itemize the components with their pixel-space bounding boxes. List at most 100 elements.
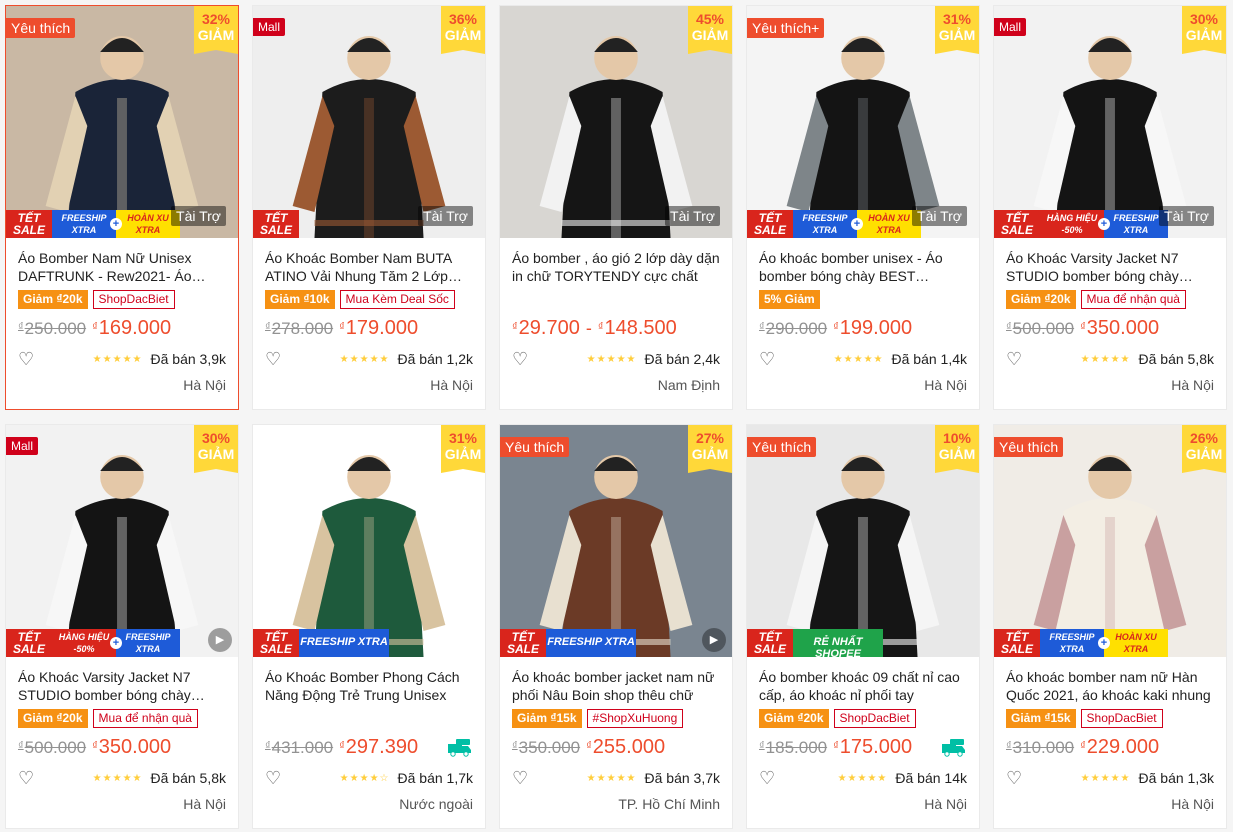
sale-price-value: 175.000 xyxy=(839,736,913,758)
heart-icon[interactable]: ♡ xyxy=(18,350,36,368)
product-card[interactable]: Mall 30% GIẢM TẾT SALE HÀNG HIỆU -50% + FREESH… xyxy=(993,5,1227,410)
meta-row: ♡ ★★★★★ Đã bán 1,4k xyxy=(759,349,967,369)
discount-badge: 27% GIẢM xyxy=(688,425,732,473)
favorite-badge: Yêu thích xyxy=(994,437,1064,457)
sale-price: ₫350.000 xyxy=(1080,317,1159,340)
shop-tag: ShopDacBiet xyxy=(92,290,175,309)
sale-price-value: 169.000 xyxy=(98,317,172,339)
currency-symbol: ₫ xyxy=(833,740,839,752)
rating-stars: ★★★★★ xyxy=(837,772,888,784)
product-tags: Giảm ₫20k Mua để nhận quà xyxy=(1006,290,1214,311)
product-info: Áo bomber , áo gió 2 lớp dày dặn in chữ … xyxy=(500,238,732,395)
heart-icon[interactable]: ♡ xyxy=(1006,769,1024,787)
heart-icon[interactable]: ♡ xyxy=(18,769,36,787)
favorite-badge: Yêu thích+ xyxy=(747,18,825,38)
product-title[interactable]: Áo khoác bomber nam nữ Hàn Quốc 2021, áo… xyxy=(1006,668,1214,704)
promo-bar: TẾT SALE FREESHIP XTRA xyxy=(500,629,732,657)
price-row: ₫500.000 ₫350.000 xyxy=(18,736,226,760)
tet-sale-badge: TẾT SALE xyxy=(253,629,299,657)
discount-label: GIẢM xyxy=(691,446,729,462)
shop-location: Hà Nội xyxy=(924,796,967,812)
product-card[interactable]: Mall 30% GIẢM TẾT SALE HÀNG HIỆU -50% + FREESH… xyxy=(5,424,239,829)
price-row: ₫250.000 ₫169.000 xyxy=(18,317,226,341)
tet-sale-badge: TẾT SALE xyxy=(6,210,52,238)
discount-percent: 45% xyxy=(695,11,725,27)
product-card[interactable]: Yêu thích 10% GIẢM TẾT SALE RẺ NHẤT SHOPEE Áo… xyxy=(746,424,980,829)
sale-price-value: 255.000 xyxy=(592,736,666,758)
tet-sale-badge: TẾT SALE xyxy=(253,210,299,238)
tet-sale-badge: TẾT SALE xyxy=(6,629,52,657)
product-title[interactable]: Áo bomber khoác 09 chất nỉ cao cấp, áo k… xyxy=(759,668,967,704)
product-title[interactable]: Áo Khoác Bomber Nam BUTA ATINO Vải Nhung… xyxy=(265,249,473,285)
product-title[interactable]: Áo khoác bomber unisex - Áo bomber bóng … xyxy=(759,249,967,285)
heart-icon[interactable]: ♡ xyxy=(759,350,777,368)
plus-icon: + xyxy=(110,218,122,230)
meta-row: ♡ ★★★★★ Đã bán 5,8k xyxy=(1006,349,1214,369)
freeship-xtra-badge: FREESHIP XTRA xyxy=(546,629,636,657)
heart-icon[interactable]: ♡ xyxy=(1006,350,1024,368)
product-image-area[interactable]: Mall 36% GIẢM TẾT SALE Tài Trợ xyxy=(253,6,485,238)
product-tags: Giảm ₫20k ShopDacBiet xyxy=(18,290,226,311)
heart-icon[interactable]: ♡ xyxy=(265,350,283,368)
product-card[interactable]: Mall 36% GIẢM TẾT SALE Tài Trợ Áo Khoác Bombe… xyxy=(252,5,486,410)
voucher-tag: Giảm ₫15k xyxy=(512,709,582,728)
meta-row: ♡ ★★★★★ Đã bán 3,7k xyxy=(512,768,720,788)
original-price-value: 290.000 xyxy=(765,319,828,338)
currency-symbol: ₫ xyxy=(586,740,592,752)
shop-location: Nước ngoài xyxy=(399,796,473,812)
heart-icon[interactable]: ♡ xyxy=(512,769,530,787)
currency-symbol: ₫ xyxy=(1080,321,1086,333)
voucher-tag: Giảm ₫20k xyxy=(759,709,829,728)
product-image-area[interactable]: 31% GIẢM TẾT SALE FREESHIP XTRA xyxy=(253,425,485,657)
product-image-area[interactable]: Mall 30% GIẢM TẾT SALE HÀNG HIỆU -50% + FREESH… xyxy=(994,6,1226,238)
original-price-value: 500.000 xyxy=(1012,319,1075,338)
product-title[interactable]: Áo Khoác Varsity Jacket N7 STUDIO bomber… xyxy=(18,668,226,704)
product-tags: Giảm ₫20k Mua để nhận quà xyxy=(18,709,226,730)
shop-tag: #ShopXuHuong xyxy=(586,709,684,728)
product-title[interactable]: Áo bomber , áo gió 2 lớp dày dặn in chữ … xyxy=(512,249,720,285)
product-info: Áo khoác bomber jacket nam nữ phối Nâu B… xyxy=(500,657,732,814)
sale-price: ₫175.000 xyxy=(833,736,912,759)
heart-icon[interactable]: ♡ xyxy=(759,769,777,787)
product-title[interactable]: Áo khoác bomber jacket nam nữ phối Nâu B… xyxy=(512,668,720,704)
currency-symbol: ₫ xyxy=(1080,740,1086,752)
product-card[interactable]: 31% GIẢM TẾT SALE FREESHIP XTRA Áo Khoác Bom… xyxy=(252,424,486,829)
heart-icon[interactable]: ♡ xyxy=(512,350,530,368)
product-image-area[interactable]: Mall 30% GIẢM TẾT SALE HÀNG HIỆU -50% + FREESH… xyxy=(6,425,238,657)
heart-icon[interactable]: ♡ xyxy=(265,769,283,787)
mall-badge: Mall xyxy=(994,18,1027,36)
play-video-icon[interactable]: ▶ xyxy=(702,628,726,652)
currency-symbol: ₫ xyxy=(597,321,604,333)
rating-stars: ★★★★★ xyxy=(92,772,143,784)
product-title[interactable]: Áo Bomber Nam Nữ Unisex DAFTRUNK - Rew20… xyxy=(18,249,226,285)
shop-location: Nam Định xyxy=(657,377,720,393)
freeship-xtra-badge: FREESHIP XTRA xyxy=(1040,629,1104,657)
product-image-area[interactable]: Yêu thích 10% GIẢM TẾT SALE RẺ NHẤT SHOPEE xyxy=(747,425,979,657)
product-image-area[interactable]: 45% GIẢM Tài Trợ xyxy=(500,6,732,238)
product-card[interactable]: Yêu thích 27% GIẢM TẾT SALE FREESHIP XTRA ▶ Áo… xyxy=(499,424,733,829)
currency-symbol: ₫ xyxy=(339,740,345,752)
meta-row: ♡ ★★★★★ Đã bán 5,8k xyxy=(18,768,226,788)
product-image-area[interactable]: Yêu thích 27% GIẢM TẾT SALE FREESHIP XTRA ▶ xyxy=(500,425,732,657)
discount-badge: 45% GIẢM xyxy=(688,6,732,54)
original-price-value: 500.000 xyxy=(24,738,87,757)
play-video-icon[interactable]: ▶ xyxy=(208,628,232,652)
product-card[interactable]: Yêu thích 32% GIẢM TẾT SALE FREESHIP XTRA + HO… xyxy=(5,5,239,410)
discount-percent: 30% xyxy=(1189,11,1219,27)
sold-count: Đã bán 1,2k xyxy=(397,351,474,367)
product-card[interactable]: Yêu thích 26% GIẢM TẾT SALE FREESHIP XTRA + HO… xyxy=(993,424,1227,829)
product-image-area[interactable]: Yêu thích 26% GIẢM TẾT SALE FREESHIP XTRA + HO… xyxy=(994,425,1226,657)
product-title[interactable]: Áo Khoác Varsity Jacket N7 STUDIO bomber… xyxy=(1006,249,1214,285)
original-price: ₫500.000 xyxy=(18,738,86,758)
sale-price-high: ₫148.500 xyxy=(598,317,677,340)
product-info: Áo Bomber Nam Nữ Unisex DAFTRUNK - Rew20… xyxy=(6,238,238,395)
product-info: Áo Khoác Bomber Phong Cách Năng Động Trẻ… xyxy=(253,657,485,814)
product-title[interactable]: Áo Khoác Bomber Phong Cách Năng Động Trẻ… xyxy=(265,668,473,704)
plus-icon: + xyxy=(110,637,122,649)
product-card[interactable]: Yêu thích+ 31% GIẢM TẾT SALE FREESHIP XTRA + H… xyxy=(746,5,980,410)
shop-location: Hà Nội xyxy=(1171,796,1214,812)
product-card[interactable]: 45% GIẢM Tài Trợ Áo bomber , áo gió 2 lớp d… xyxy=(499,5,733,410)
product-image-area[interactable]: Yêu thích+ 31% GIẢM TẾT SALE FREESHIP XTRA + H… xyxy=(747,6,979,238)
product-image-area[interactable]: Yêu thích 32% GIẢM TẾT SALE FREESHIP XTRA + HO… xyxy=(6,6,238,238)
rating-stars: ★★★★★ xyxy=(1080,353,1131,365)
